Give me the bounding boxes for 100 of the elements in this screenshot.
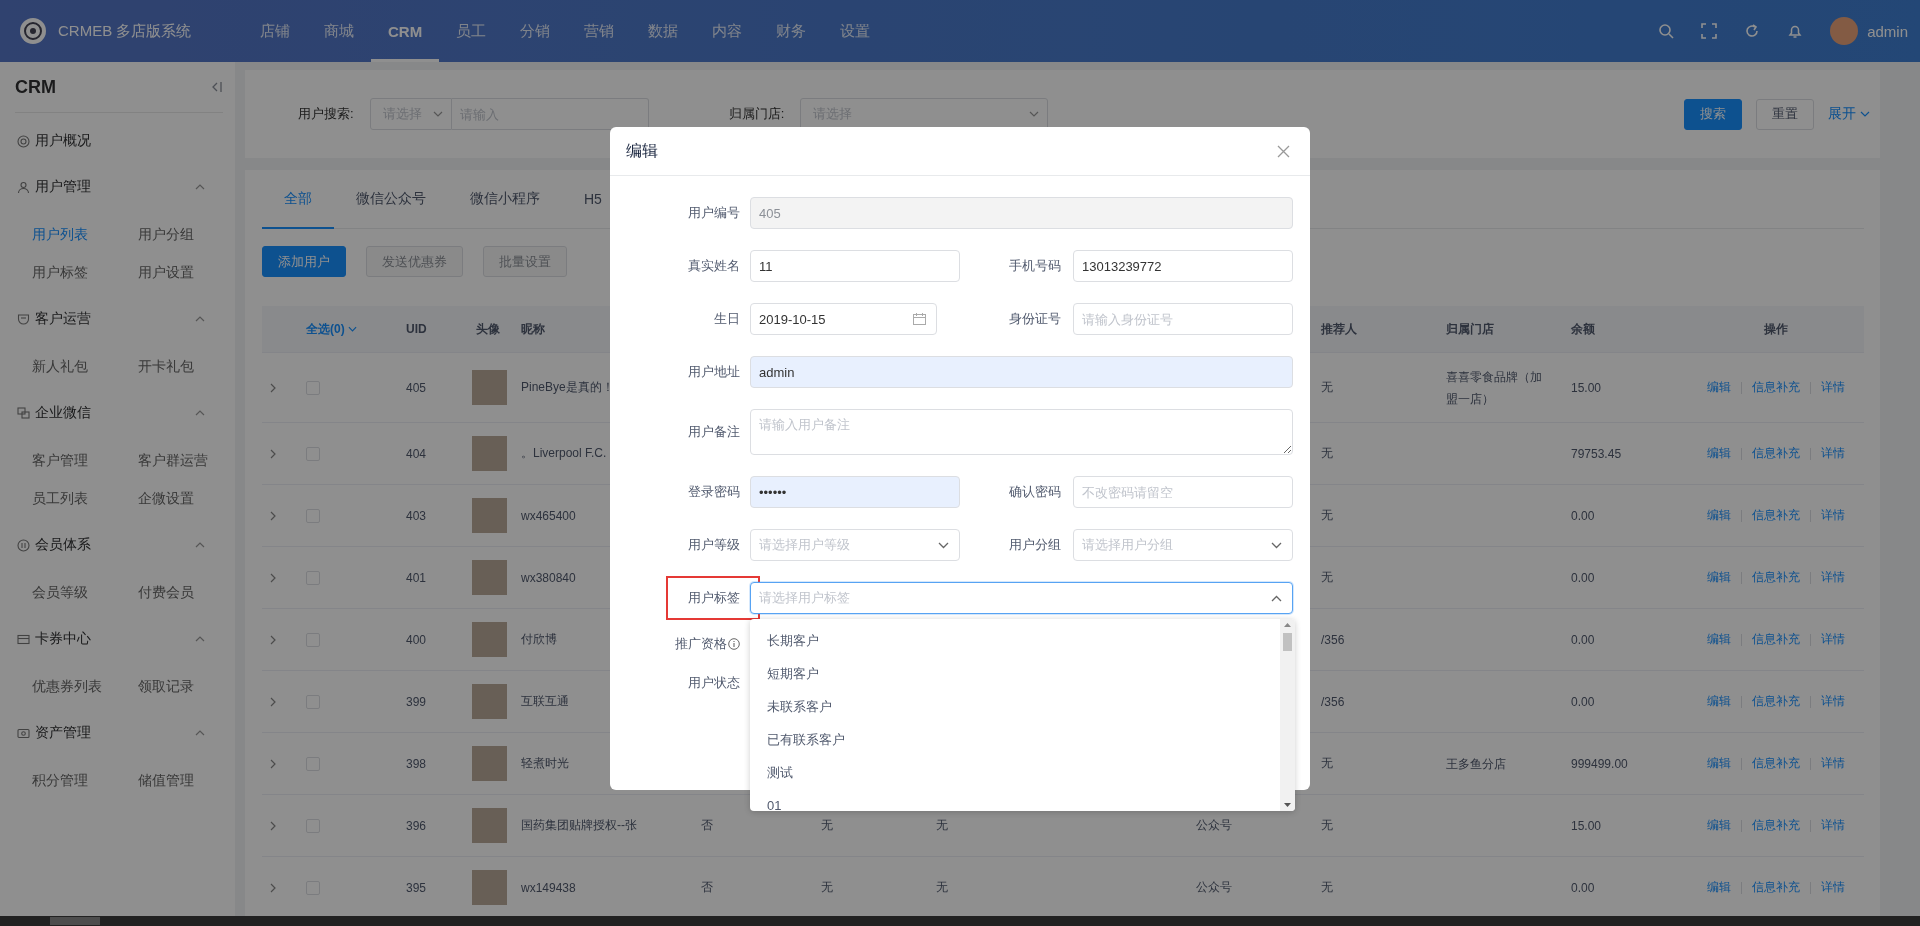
row-action-link[interactable]: 编辑 [1707,879,1731,896]
nav-tab[interactable]: 店铺 [243,0,307,62]
menu-item[interactable]: 付费会员 [138,573,244,611]
bell-icon[interactable] [1787,23,1804,39]
row-action-link[interactable]: 编辑 [1707,755,1731,772]
expand-chevron-icon[interactable] [270,882,276,893]
input-field[interactable]: 请输入身份证号 [1073,303,1293,335]
input-field[interactable]: 不改密码请留空 [1073,476,1293,508]
menu-item[interactable]: 领取记录 [138,667,244,705]
dropdown-option[interactable]: 测试 [750,756,1280,789]
row-action-link[interactable]: 详情 [1821,445,1845,462]
row-action-link[interactable]: 详情 [1821,879,1845,896]
menu-group[interactable]: 企业微信 [0,395,235,431]
nav-tab[interactable]: 财务 [759,0,824,62]
row-action-link[interactable]: 信息补充 [1752,445,1800,462]
vertical-scrollbar[interactable] [1280,619,1295,811]
refresh-icon[interactable] [1744,23,1761,39]
expand-chevron-icon[interactable] [270,382,276,393]
menu-item[interactable]: 用户分组 [138,215,244,253]
menu-item[interactable]: 储值管理 [138,761,244,799]
row-action-link[interactable]: 信息补充 [1752,631,1800,648]
calendar-icon[interactable] [913,313,926,325]
tab[interactable]: 微信小程序 [448,170,562,229]
row-action-link[interactable]: 信息补充 [1752,379,1800,396]
nav-tab[interactable]: 内容 [695,0,760,62]
nav-tab[interactable]: 设置 [823,0,888,62]
nav-tab[interactable]: CRM [371,0,440,62]
menu-item[interactable]: 会员等级 [32,573,138,611]
menu-group[interactable]: 客户运营 [0,301,235,337]
expand-chevron-icon[interactable] [270,758,276,769]
horizontal-scrollbar[interactable] [0,916,1920,926]
select-field[interactable]: 请选择用户等级 [750,529,960,561]
dropdown-option[interactable]: 长期客户 [750,624,1280,657]
dropdown-option[interactable]: 01 [750,789,1280,811]
expand-chevron-icon[interactable] [270,634,276,645]
fullscreen-icon[interactable] [1701,23,1718,39]
tab[interactable]: 微信公众号 [334,170,448,229]
row-action-link[interactable]: 编辑 [1707,631,1731,648]
menu-group[interactable]: 用户管理 [0,169,235,205]
row-action-link[interactable]: 编辑 [1707,507,1731,524]
avatar[interactable] [1830,17,1859,45]
row-action-link[interactable]: 详情 [1821,755,1845,772]
dropdown-option[interactable]: 短期客户 [750,657,1280,690]
menu-item[interactable]: 积分管理 [32,761,138,799]
expand-chevron-icon[interactable] [270,572,276,583]
row-action-link[interactable]: 信息补充 [1752,755,1800,772]
row-action-link[interactable]: 编辑 [1707,693,1731,710]
row-action-link[interactable]: 详情 [1821,379,1845,396]
filter-button[interactable]: 搜索 [1684,98,1742,130]
row-action-link[interactable]: 编辑 [1707,445,1731,462]
close-icon[interactable] [1277,144,1290,158]
info-icon[interactable] [728,638,740,650]
dropdown-option[interactable]: 未联系客户 [750,690,1280,723]
row-action-link[interactable]: 编辑 [1707,569,1731,586]
menu-item[interactable]: 新人礼包 [32,347,138,385]
menu-item[interactable]: 用户设置 [138,253,244,291]
row-action-link[interactable]: 信息补充 [1752,879,1800,896]
menu-item[interactable]: 优惠券列表 [32,667,138,705]
row-action-link[interactable]: 详情 [1821,507,1845,524]
row-action-link[interactable]: 详情 [1821,631,1845,648]
remark-textarea[interactable]: 请输入用户备注 [750,409,1293,455]
menu-item[interactable]: 客户管理 [32,441,138,479]
menu-group[interactable]: 用户概况 [0,123,235,159]
row-action-link[interactable]: 信息补充 [1752,569,1800,586]
row-action-link[interactable]: 详情 [1821,817,1845,834]
menu-item[interactable]: 员工列表 [32,479,138,517]
nav-tab[interactable]: 数据 [631,0,696,62]
row-action-link[interactable]: 信息补充 [1752,817,1800,834]
row-action-link[interactable]: 详情 [1821,693,1845,710]
menu-group[interactable]: 会员体系 [0,527,235,563]
nav-tab[interactable]: 员工 [439,0,504,62]
date-field[interactable]: 2019-10-15 [750,303,937,335]
select-field[interactable]: 请选择用户分组 [1073,529,1293,561]
action-button[interactable]: 添加用户 [262,246,346,277]
expand-link[interactable]: 展开 [1828,105,1856,123]
menu-group[interactable]: 资产管理 [0,715,235,751]
row-action-link[interactable]: 信息补充 [1752,507,1800,524]
input-field[interactable]: •••••• [750,476,960,508]
search-icon[interactable] [1658,23,1675,39]
row-action-link[interactable]: 编辑 [1707,379,1731,396]
menu-item[interactable]: 客户群运营 [138,441,244,479]
nav-tab[interactable]: 营销 [567,0,632,62]
menu-item[interactable]: 企微设置 [138,479,244,517]
filter-button[interactable]: 重置 [1756,98,1814,130]
menu-group[interactable]: 卡券中心 [0,621,235,657]
row-action-link[interactable]: 详情 [1821,569,1845,586]
nav-tab[interactable]: 商城 [307,0,371,62]
dropdown-option[interactable]: 已有联系客户 [750,723,1280,756]
input-field[interactable]: 11 [750,250,960,282]
expand-chevron-icon[interactable] [270,510,276,521]
menu-item[interactable]: 用户列表 [32,215,138,253]
row-action-link[interactable]: 信息补充 [1752,693,1800,710]
expand-chevron-icon[interactable] [270,448,276,459]
menu-item[interactable]: 用户标签 [32,253,138,291]
user-name[interactable]: admin [1867,22,1908,40]
scrollbar-thumb[interactable] [1283,633,1292,651]
row-action-link[interactable]: 编辑 [1707,817,1731,834]
expand-chevron-icon[interactable] [270,820,276,831]
expand-chevron-icon[interactable] [270,696,276,707]
input-field[interactable]: 13013239772 [1073,250,1293,282]
